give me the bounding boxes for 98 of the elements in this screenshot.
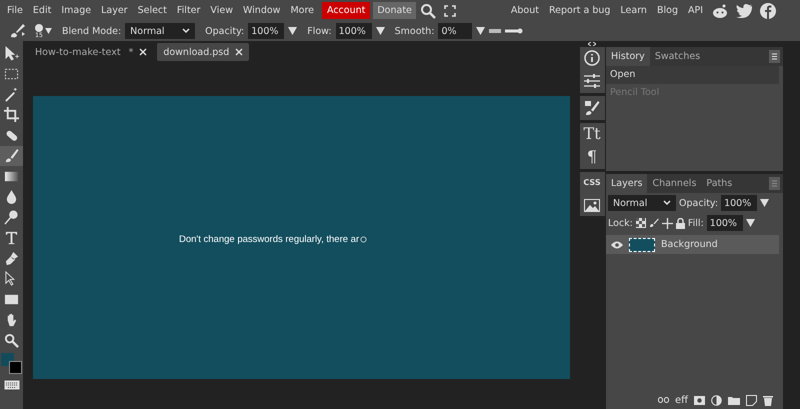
color-swatch[interactable]: [0, 352, 14, 366]
dodge-tool-icon: [4, 210, 19, 225]
alien-icon[interactable]: [712, 2, 728, 18]
layer-opacity-field[interactable]: 100%: [721, 195, 758, 211]
menu-item[interactable]: Edit: [28, 2, 56, 19]
dropdown-triangle-icon[interactable]: [288, 27, 298, 35]
panel-tab[interactable]: History: [606, 47, 650, 66]
fullscreen-icon[interactable]: [444, 4, 456, 16]
document-canvas[interactable]: Don't change passwords regularly, there ar: [33, 96, 570, 379]
menu-item[interactable]: Donate: [373, 2, 416, 19]
eye-icon[interactable]: [611, 240, 623, 248]
dropdown-triangle-icon[interactable]: [376, 27, 385, 35]
lock-label: Lock:: [608, 218, 633, 228]
document-tab[interactable]: How-to-make-text *: [29, 43, 154, 61]
canvas-text: Don't change passwords regularly, there ar: [179, 234, 360, 244]
info-panel-icon[interactable]: [580, 47, 604, 69]
bird-icon[interactable]: [736, 4, 752, 18]
type-tool-icon: [4, 230, 19, 246]
wand-tool-icon: [4, 86, 19, 102]
document-title: How-to-make-text: [35, 46, 121, 58]
move-tool-icon: [4, 46, 19, 61]
keyboard-icon[interactable]: [4, 380, 20, 390]
smooth-field[interactable]: 0%: [438, 23, 472, 39]
pressure-icon[interactable]: [489, 28, 524, 34]
opacity-field[interactable]: 100%: [248, 23, 284, 39]
effects-button[interactable]: eff: [674, 394, 688, 406]
header-link[interactable]: Report a bug: [544, 2, 616, 19]
menu-item[interactable]: Account: [322, 2, 370, 19]
brush-tool-icon[interactable]: [9, 23, 27, 39]
checker-lock-icon[interactable]: [636, 218, 646, 228]
brush-cursor-icon: [360, 236, 368, 242]
f-logo-icon[interactable]: [760, 2, 776, 18]
menu-item[interactable]: Image: [56, 2, 96, 19]
menu-item[interactable]: View: [205, 2, 238, 19]
image-panel-icon[interactable]: [580, 194, 604, 216]
blend-mode-label: Blend Mode:: [62, 26, 122, 36]
menu-item[interactable]: Select: [132, 2, 172, 19]
blend-mode-dropdown[interactable]: Normal: [125, 23, 196, 39]
document-tab[interactable]: download.psd: [157, 43, 250, 61]
fill-label: Fill:: [688, 218, 704, 228]
header-link[interactable]: Blog: [652, 2, 683, 19]
folder-icon[interactable]: [728, 396, 740, 404]
modified-mark: *: [128, 46, 134, 58]
flow-field[interactable]: 100%: [336, 23, 372, 39]
flow-label: Flow:: [307, 26, 332, 36]
opacity-label: Opacity:: [679, 198, 718, 208]
color-swatch[interactable]: [8, 360, 22, 374]
chevron-icon: [663, 200, 671, 206]
panel-tab[interactable]: Layers: [606, 174, 648, 193]
menu-item[interactable]: Layer: [96, 2, 133, 19]
smooth-label: Smooth:: [394, 26, 434, 36]
half-circle-icon[interactable]: [711, 394, 722, 406]
dropdown-triangle-icon: [45, 28, 52, 34]
dropdown-triangle-icon[interactable]: [746, 219, 755, 227]
marquee-tool-icon: [4, 66, 19, 82]
pen-tool-icon: [4, 250, 19, 266]
mask-icon[interactable]: [694, 396, 705, 404]
trash-icon[interactable]: [763, 394, 773, 406]
brush-lock-icon[interactable]: [648, 218, 659, 228]
panel-tab[interactable]: Channels: [647, 174, 702, 193]
brush-tool-icon: [4, 148, 19, 164]
expand-arrows-icon[interactable]: [588, 42, 596, 46]
panel-tab[interactable]: Swatches: [650, 47, 706, 66]
menu-item[interactable]: File: [2, 2, 28, 19]
opacity-label: Opacity:: [205, 26, 244, 36]
menu-item[interactable]: More: [285, 2, 319, 19]
panel-tab[interactable]: Paths: [701, 174, 738, 193]
sliders-panel-icon[interactable]: [580, 69, 604, 93]
layer-blend-dropdown[interactable]: Normal: [608, 195, 676, 211]
layer-name: Background: [661, 239, 718, 250]
zoom-tool-icon: [4, 332, 19, 348]
document-title: download.psd: [163, 46, 230, 58]
panel-button[interactable]: Tt: [580, 123, 604, 145]
close-icon[interactable]: [139, 48, 148, 56]
chevron-icon: [182, 28, 190, 34]
dropdown-triangle-icon[interactable]: [476, 27, 486, 35]
new-layer-icon[interactable]: [746, 394, 757, 406]
panel-button[interactable]: CSS: [580, 172, 604, 194]
header-link[interactable]: About: [506, 2, 544, 19]
padlock-icon[interactable]: [676, 218, 685, 228]
menu-item[interactable]: Filter: [172, 2, 206, 19]
menu-icon[interactable]: [769, 50, 780, 63]
brush-panel-icon[interactable]: [580, 96, 604, 120]
panel-button[interactable]: ¶: [580, 145, 604, 169]
crop-tool-icon: [4, 107, 19, 122]
layer-fill-field[interactable]: 100%: [706, 215, 743, 231]
layer-row[interactable]: Background: [606, 235, 779, 254]
header-link[interactable]: API: [682, 2, 708, 19]
link-icon[interactable]: [658, 397, 669, 403]
dropdown-triangle-icon[interactable]: [760, 199, 770, 207]
search-icon[interactable]: [420, 2, 436, 18]
blur-tool-icon: [4, 189, 19, 204]
header-link[interactable]: Learn: [615, 2, 652, 19]
move-lock-icon[interactable]: [662, 218, 673, 228]
tool-button[interactable]: [0, 146, 23, 166]
close-icon[interactable]: [235, 48, 244, 56]
menu-item[interactable]: Window: [238, 2, 286, 19]
history-item[interactable]: Open: [606, 66, 779, 84]
